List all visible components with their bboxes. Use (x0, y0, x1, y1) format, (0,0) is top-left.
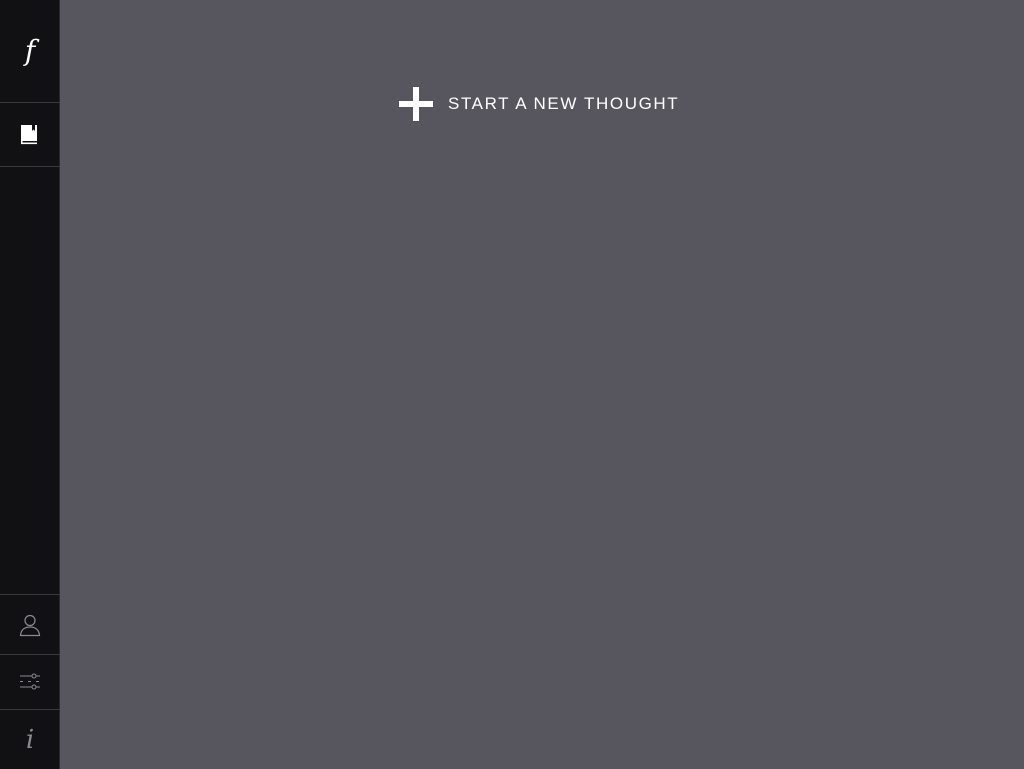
info-button[interactable]: i (0, 709, 60, 769)
app-window: f i START A NEW THOUGHT (0, 0, 1024, 769)
start-new-thought-button[interactable]: START A NEW THOUGHT (399, 87, 679, 121)
info-icon: i (25, 724, 35, 755)
book-icon (21, 124, 37, 144)
profile-button[interactable] (0, 594, 60, 654)
start-new-thought-label: START A NEW THOUGHT (448, 94, 680, 113)
sliders-icon (20, 673, 40, 690)
app-logo[interactable]: f (0, 0, 60, 103)
app-logo-icon: f (24, 34, 36, 67)
settings-button[interactable] (0, 654, 60, 709)
user-icon (19, 614, 41, 636)
sidebar: f i (0, 0, 60, 769)
library-button[interactable] (0, 103, 60, 167)
main-canvas: START A NEW THOUGHT (61, 0, 1024, 769)
plus-icon (399, 87, 433, 121)
